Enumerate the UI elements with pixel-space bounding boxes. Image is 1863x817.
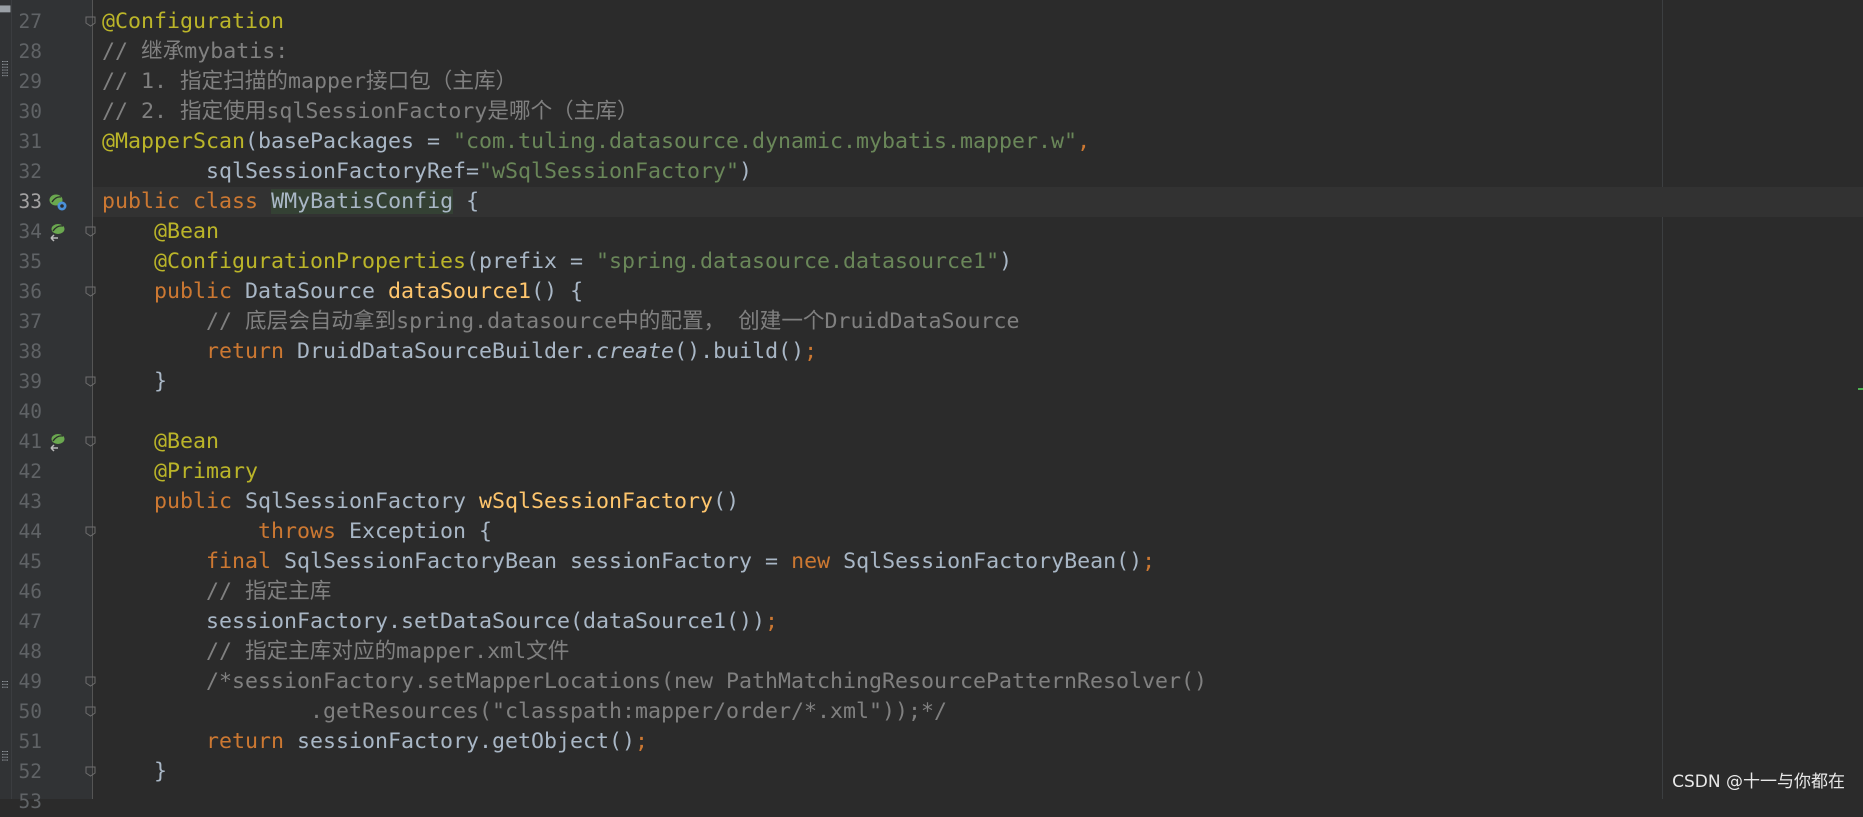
line-number[interactable]: 31 [12, 127, 42, 157]
change-marker [1858, 388, 1863, 390]
code-line[interactable]: // 底层会自动拿到spring.datasource中的配置， 创建一个Dru… [102, 307, 1020, 337]
line-number[interactable]: 32 [12, 157, 42, 187]
code-line[interactable]: // 1. 指定扫描的mapper接口包（主库） [102, 67, 517, 97]
code-line[interactable]: @Configuration [102, 7, 284, 37]
code-line[interactable]: final SqlSessionFactoryBean sessionFacto… [102, 547, 1155, 577]
line-number[interactable]: 28 [12, 37, 42, 67]
spring-bean-icon[interactable] [48, 432, 68, 452]
right-margin-guide [1662, 0, 1663, 799]
line-number[interactable]: 48 [12, 637, 42, 667]
fold-marker-icon[interactable] [85, 526, 96, 537]
code-line[interactable]: public DataSource dataSource1() { [102, 277, 583, 307]
code-line[interactable]: // 指定主库 [102, 577, 331, 607]
line-number[interactable]: 47 [12, 607, 42, 637]
code-line[interactable]: @Primary [102, 457, 258, 487]
line-number[interactable]: 49 [12, 667, 42, 697]
fold-marker-icon[interactable] [85, 226, 96, 237]
fold-marker-icon[interactable] [85, 766, 96, 777]
line-number[interactable]: 37 [12, 307, 42, 337]
line-number[interactable]: 51 [12, 727, 42, 757]
code-line[interactable]: return DruidDataSourceBuilder.create().b… [102, 337, 817, 367]
code-line[interactable]: // 继承mybatis: [102, 37, 288, 67]
line-number[interactable]: 45 [12, 547, 42, 577]
left-tool-window-strip: ▐▌ ⁞⁞⁞⁞⁞⁞ ⁞⁞⁞ ⁞⁞⁞⁞ [0, 0, 12, 799]
line-number[interactable]: 43 [12, 487, 42, 517]
line-number[interactable]: 38 [12, 337, 42, 367]
line-number[interactable]: 42 [12, 457, 42, 487]
line-number[interactable]: 33 [12, 187, 42, 217]
code-line[interactable]: sessionFactory.setDataSource(dataSource1… [102, 607, 778, 637]
code-line[interactable]: @MapperScan(basePackages = "com.tuling.d… [102, 127, 1090, 157]
tool-window-tab-1[interactable]: ▐▌ [0, 2, 9, 16]
code-line[interactable]: /*sessionFactory.setMapperLocations(new … [102, 667, 1207, 697]
code-line[interactable]: throws Exception { [102, 517, 492, 547]
tool-window-tab-favorites[interactable]: ⁞⁞⁞⁞ [0, 750, 9, 761]
spring-bean-icon[interactable] [48, 222, 68, 242]
code-line[interactable]: .getResources("classpath:mapper/order/*.… [102, 697, 947, 727]
fold-marker-icon[interactable] [85, 676, 96, 687]
code-line[interactable]: public class WMyBatisConfig { [102, 187, 479, 217]
fold-marker-icon[interactable] [85, 436, 96, 447]
csdn-watermark: CSDN @十一与你都在 [1672, 772, 1845, 792]
line-number[interactable]: 40 [12, 397, 42, 427]
code-line[interactable]: } [102, 367, 167, 397]
code-line[interactable]: @ConfigurationProperties(prefix = "sprin… [102, 247, 1012, 277]
line-number[interactable]: 29 [12, 67, 42, 97]
tool-window-tab-structure[interactable]: ⁞⁞⁞⁞⁞⁞ [0, 60, 9, 77]
line-number[interactable]: 44 [12, 517, 42, 547]
fold-marker-icon[interactable] [85, 16, 96, 27]
line-number[interactable]: 36 [12, 277, 42, 307]
line-number[interactable]: 50 [12, 697, 42, 727]
code-line[interactable]: // 指定主库对应的mapper.xml文件 [102, 637, 569, 667]
code-line[interactable]: return sessionFactory.getObject(); [102, 727, 648, 757]
line-number[interactable]: 30 [12, 97, 42, 127]
code-line[interactable]: } [102, 757, 167, 787]
code-line[interactable]: @Bean [102, 217, 219, 247]
fold-marker-icon[interactable] [85, 376, 96, 387]
code-line[interactable]: @Bean [102, 427, 219, 457]
code-line[interactable]: sqlSessionFactoryRef="wSqlSessionFactory… [102, 157, 752, 187]
line-number[interactable]: 52 [12, 757, 42, 787]
line-number[interactable]: 53 [12, 787, 42, 817]
code-line[interactable]: public SqlSessionFactory wSqlSessionFact… [102, 487, 739, 517]
fold-marker-icon[interactable] [85, 286, 96, 297]
spring-bean-config-icon[interactable] [48, 192, 68, 212]
line-number[interactable]: 34 [12, 217, 42, 247]
code-line[interactable]: // 2. 指定使用sqlSessionFactory是哪个（主库） [102, 97, 639, 127]
line-number[interactable]: 46 [12, 577, 42, 607]
fold-marker-icon[interactable] [85, 706, 96, 717]
line-number[interactable]: 27 [12, 7, 42, 37]
line-number[interactable]: 35 [12, 247, 42, 277]
tool-window-tab-web[interactable]: ⁞⁞⁞ [0, 680, 9, 689]
line-number[interactable]: 39 [12, 367, 42, 397]
line-number[interactable]: 41 [12, 427, 42, 457]
